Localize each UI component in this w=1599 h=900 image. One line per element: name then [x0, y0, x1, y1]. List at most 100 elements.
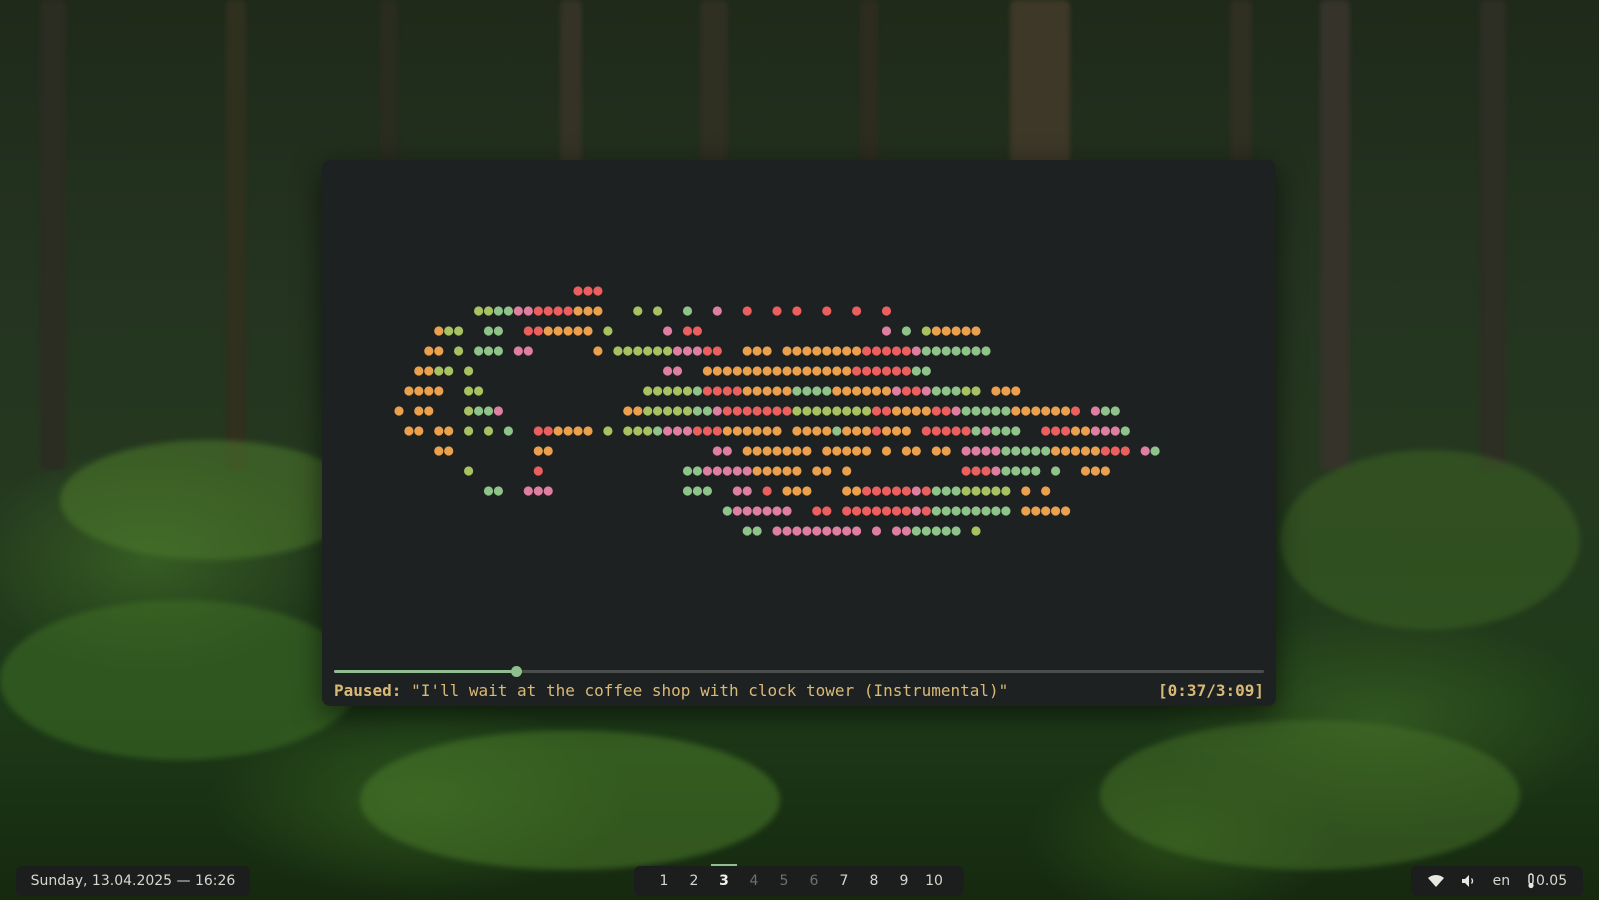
visualizer-dot	[722, 466, 732, 476]
visualizer-dot	[483, 486, 494, 496]
visualizer-dot	[782, 506, 792, 516]
visualizer-dot	[692, 326, 702, 336]
workspace-4[interactable]: 4	[739, 866, 769, 896]
visualizer-dot	[1110, 426, 1120, 436]
visualizer-dot	[951, 506, 961, 516]
track-time: [0:37/3:09]	[1158, 681, 1264, 700]
visualizer-dot	[653, 346, 663, 356]
visualizer-dot	[931, 446, 941, 456]
visualizer-dot	[702, 466, 712, 476]
volume-icon[interactable]	[1461, 874, 1477, 888]
visualizer-dot	[732, 486, 742, 496]
workspace-10[interactable]: 10	[919, 866, 949, 896]
visualizer-dot	[782, 346, 792, 356]
visualizer-dot	[881, 346, 892, 356]
visualizer-dot	[414, 386, 424, 396]
visualizer-dot	[1070, 446, 1081, 456]
system-tray: en 0.05	[1411, 866, 1583, 896]
workspace-6[interactable]: 6	[799, 866, 829, 896]
visualizer-dot	[712, 426, 722, 436]
visualizer-dot	[792, 466, 802, 476]
workspace-8[interactable]: 8	[859, 866, 889, 896]
visualizer-dot	[822, 346, 832, 356]
visualizer-dot	[901, 446, 912, 456]
system-load[interactable]: 0.05	[1526, 866, 1567, 896]
wifi-icon[interactable]	[1427, 874, 1445, 888]
visualizer-dot	[663, 386, 673, 396]
audio-visualizer	[394, 286, 1160, 536]
visualizer-dot	[474, 346, 484, 356]
visualizer-dot	[573, 426, 583, 436]
visualizer-dot	[762, 366, 772, 376]
visualizer-dot	[881, 386, 892, 396]
visualizer-dot	[1001, 426, 1011, 436]
visualizer-dot	[464, 426, 474, 436]
visualizer-dot	[792, 306, 802, 316]
visualizer-dot	[742, 446, 752, 456]
visualizer-dot	[772, 526, 782, 536]
visualizer-dot	[762, 446, 772, 456]
visualizer-dot	[1080, 446, 1091, 456]
visualizer-dot	[1061, 446, 1071, 456]
music-player-window[interactable]: Paused: "I'll wait at the coffee shop wi…	[322, 160, 1276, 706]
visualizer-dot	[732, 386, 742, 396]
visualizer-dot	[493, 326, 503, 336]
visualizer-dot	[493, 346, 503, 356]
visualizer-dot	[752, 466, 762, 476]
visualizer-dot	[961, 466, 971, 476]
visualizer-dot	[633, 306, 643, 316]
visualizer-dot	[464, 466, 474, 476]
visualizer-dot	[623, 346, 633, 356]
visualizer-dot	[643, 406, 653, 416]
visualizer-dot	[553, 426, 563, 436]
visualizer-dot	[891, 426, 902, 436]
visualizer-dot	[901, 366, 912, 376]
visualizer-dot	[822, 386, 832, 396]
visualizer-dot	[394, 406, 404, 416]
workspace-2[interactable]: 2	[679, 866, 709, 896]
visualizer-dot	[842, 526, 852, 536]
visualizer-dot	[543, 446, 553, 456]
visualizer-dot	[692, 426, 702, 436]
workspace-1[interactable]: 1	[649, 866, 679, 896]
visualizer-dot	[961, 486, 971, 496]
visualizer-dot	[663, 346, 673, 356]
workspace-7[interactable]: 7	[829, 866, 859, 896]
progress-track[interactable]	[334, 666, 1264, 677]
visualizer-dot	[812, 526, 822, 536]
visualizer-dot	[663, 406, 673, 416]
visualizer-dot	[881, 486, 892, 496]
visualizer-dot	[951, 526, 961, 536]
visualizer-dot	[911, 446, 921, 456]
keyboard-layout[interactable]: en	[1493, 866, 1511, 896]
visualizer-dot	[971, 526, 981, 536]
visualizer-dot	[752, 526, 762, 536]
workspace-3[interactable]: 3	[709, 864, 739, 896]
workspace-9[interactable]: 9	[889, 866, 919, 896]
visualizer-dot	[842, 466, 852, 476]
visualizer-dot	[881, 506, 892, 516]
visualizer-dot	[941, 446, 951, 456]
clock-panel[interactable]: Sunday, 13.04.2025 — 16:26	[16, 866, 250, 896]
visualizer-dot	[503, 426, 513, 436]
visualizer-dot	[931, 426, 941, 436]
workspace-5[interactable]: 5	[769, 866, 799, 896]
visualizer-dot	[871, 406, 882, 416]
visualizer-dot	[1011, 466, 1021, 476]
visualizer-dot	[762, 426, 772, 436]
visualizer-dot	[822, 406, 832, 416]
visualizer-dot	[1031, 506, 1041, 516]
visualizer-dot	[702, 346, 712, 356]
visualizer-dot	[1110, 406, 1120, 416]
visualizer-dot	[663, 326, 673, 336]
visualizer-dot	[802, 486, 812, 496]
visualizer-dot	[493, 306, 503, 316]
visualizer-dot	[901, 326, 912, 336]
visualizer-dot	[434, 346, 444, 356]
visualizer-dot	[424, 386, 434, 396]
visualizer-dot	[702, 366, 712, 376]
visualizer-dot	[1021, 466, 1031, 476]
visualizer-dot	[1021, 406, 1031, 416]
visualizer-dot	[464, 366, 474, 376]
visualizer-dot	[752, 426, 762, 436]
